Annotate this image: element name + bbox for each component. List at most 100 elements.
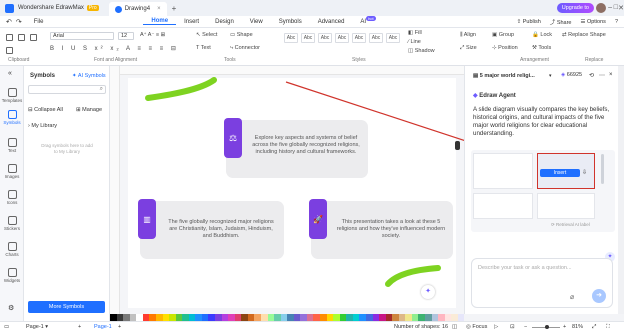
menu-ai[interactable]: AIhot — [352, 15, 383, 25]
sidebar-item-widgets[interactable]: Widgets — [0, 268, 24, 283]
sidebar-item-icons[interactable]: Icons — [0, 190, 24, 205]
fit-page-icon[interactable]: ⛶ — [606, 324, 610, 331]
font-style-buttons[interactable]: B I U S x² x₂ A ≡ ≡ ≡ ⊟ — [50, 45, 179, 52]
position-button[interactable]: ⊹ Position — [492, 45, 518, 51]
publish-button[interactable]: ⇪ Publish — [517, 19, 541, 25]
document-tab[interactable]: Drawing4 × — [108, 2, 167, 16]
thumbnail-2[interactable]: Insert ⇩ — [537, 153, 595, 189]
zoom-in-icon[interactable]: + — [563, 324, 566, 330]
sidebar-item-charts[interactable]: Charts — [0, 242, 24, 257]
zoom-slider-thumb[interactable] — [545, 325, 549, 329]
menu-view[interactable]: View — [242, 19, 271, 25]
attach-icon[interactable]: ⌀ — [570, 293, 574, 301]
page-tab[interactable]: Page-1 — [94, 324, 112, 330]
line-button[interactable]: ∕ Line — [408, 39, 421, 45]
connector-tool[interactable]: ⤷ Connector — [230, 45, 260, 52]
replace-shape-button[interactable]: ⇄ Replace Shape — [562, 32, 606, 38]
download-icon[interactable]: ⇩ — [582, 169, 587, 176]
style-swatch-4[interactable]: Abc — [335, 33, 349, 43]
upgrade-button[interactable]: Upgrade to — [556, 3, 594, 13]
agent-input-box[interactable]: Describe your task or ask a question... … — [471, 258, 613, 308]
more-symbols-button[interactable]: More Symbols — [28, 301, 105, 313]
undo-icon[interactable]: ↶ — [6, 18, 12, 26]
fill-button[interactable]: ◧ Fill — [408, 30, 422, 36]
search-box[interactable]: ⌕ — [28, 85, 106, 94]
copy-icon[interactable] — [18, 34, 25, 41]
menu-insert[interactable]: Insert — [176, 19, 207, 25]
sidebar-item-templates[interactable]: Templates — [0, 88, 24, 103]
shape-tool[interactable]: ▭ Shape — [230, 32, 253, 38]
text-tool[interactable]: T Text — [196, 45, 211, 51]
align-button[interactable]: ⫼ Align — [460, 32, 476, 39]
sidebar-item-symbols[interactable]: Symbols — [0, 110, 24, 125]
close-button[interactable]: ✕ — [618, 4, 624, 12]
thumbnail-1[interactable] — [473, 153, 533, 189]
style-swatch-3[interactable]: Abc — [318, 33, 332, 43]
collapse-all-button[interactable]: ⊟ Collapse All — [28, 107, 63, 113]
page-dropdown[interactable]: Page-1 ▾ — [26, 324, 48, 330]
font-size-select[interactable]: 12 — [118, 32, 134, 40]
zoom-level[interactable]: 81% — [572, 324, 583, 330]
style-swatch-6[interactable]: Abc — [369, 33, 383, 43]
focus-button[interactable]: ◎ Focus — [466, 324, 487, 330]
manage-button[interactable]: ⊞ Manage — [76, 107, 102, 113]
retrieval-link[interactable]: ⟳ Retrieval AI label — [551, 222, 590, 228]
menu-file[interactable]: File — [26, 19, 52, 25]
avatar[interactable] — [596, 3, 606, 13]
ai-assist-float-button[interactable]: ✦ — [421, 285, 435, 299]
page-layout-icon[interactable]: ▭ — [4, 324, 9, 330]
play-icon[interactable]: ▷ — [494, 324, 498, 330]
thumbnail-4[interactable] — [537, 193, 595, 219]
sidebar-item-images[interactable]: Images — [0, 164, 24, 179]
right-collapse-rail[interactable] — [618, 66, 624, 314]
shadow-button[interactable]: ◫ Shadow — [408, 48, 435, 54]
settings-icon[interactable]: ⚙ — [8, 304, 14, 312]
chevron-down-icon[interactable]: ▾ — [549, 73, 552, 79]
palette-swatch[interactable] — [457, 314, 465, 321]
lock-button[interactable]: 🔒 Lock — [532, 32, 552, 38]
sidebar-item-stickers[interactable]: Stickers — [0, 216, 24, 231]
fit-icon[interactable]: ⊡ — [510, 324, 515, 330]
drawing-page[interactable] — [128, 78, 456, 308]
style-swatch-5[interactable]: Abc — [352, 33, 366, 43]
collapse-panel-icon[interactable]: « — [8, 70, 12, 77]
share-button[interactable]: ⤴ Share — [550, 18, 572, 26]
ai-symbols-button[interactable]: ✦ AI Symbols — [72, 73, 106, 79]
card-2[interactable]: ▥ The five globally recognized major rel… — [138, 199, 284, 259]
group-button[interactable]: ▣ Group — [492, 32, 514, 38]
my-library-toggle[interactable]: › My Library — [28, 123, 57, 129]
close-tab-icon[interactable]: × — [157, 6, 161, 12]
minimize-button[interactable]: – — [608, 4, 612, 11]
close-panel-icon[interactable]: × — [609, 72, 613, 78]
color-palette[interactable] — [110, 314, 465, 321]
insert-button[interactable]: Insert — [540, 169, 580, 177]
options-button[interactable]: ☰ Options — [581, 19, 606, 25]
send-button[interactable]: ➜ — [592, 289, 606, 303]
font-family-select[interactable]: Arial — [50, 32, 114, 40]
menu-advanced[interactable]: Advanced — [310, 19, 353, 25]
more-icon[interactable]: ⋯ — [599, 72, 605, 79]
size-button[interactable]: ⤢ Size — [460, 45, 477, 52]
style-swatch-2[interactable]: Abc — [301, 33, 315, 43]
sidebar-item-text[interactable]: Text — [0, 138, 24, 153]
paste-icon[interactable] — [30, 34, 37, 41]
menu-symbols[interactable]: Symbols — [271, 19, 310, 25]
new-tab-icon[interactable]: + — [172, 4, 177, 13]
format-painter-icon[interactable] — [6, 47, 13, 54]
history-icon[interactable]: ⟲ — [589, 72, 594, 79]
fullscreen-icon[interactable]: ⤢ — [592, 324, 596, 331]
help-button[interactable]: ? — [615, 19, 618, 25]
tools-button[interactable]: ⚒ Tools — [532, 45, 551, 51]
menu-design[interactable]: Design — [207, 19, 242, 25]
page-tab-add[interactable]: + — [118, 324, 121, 330]
select-tool[interactable]: ↖ Select — [196, 32, 217, 38]
add-page-button[interactable]: + — [78, 324, 81, 330]
menu-home[interactable]: Home — [143, 18, 177, 25]
layers-icon[interactable]: ◫ — [452, 324, 457, 330]
style-swatch-7[interactable]: Abc — [386, 33, 400, 43]
cut-icon[interactable] — [6, 34, 13, 41]
thumbnail-3[interactable] — [473, 193, 533, 219]
canvas-pin-icon[interactable] — [455, 141, 460, 150]
redo-icon[interactable]: ↷ — [16, 18, 22, 26]
font-grow-icon[interactable]: A⁺ A⁻ ≡ ⊞ — [140, 32, 165, 38]
